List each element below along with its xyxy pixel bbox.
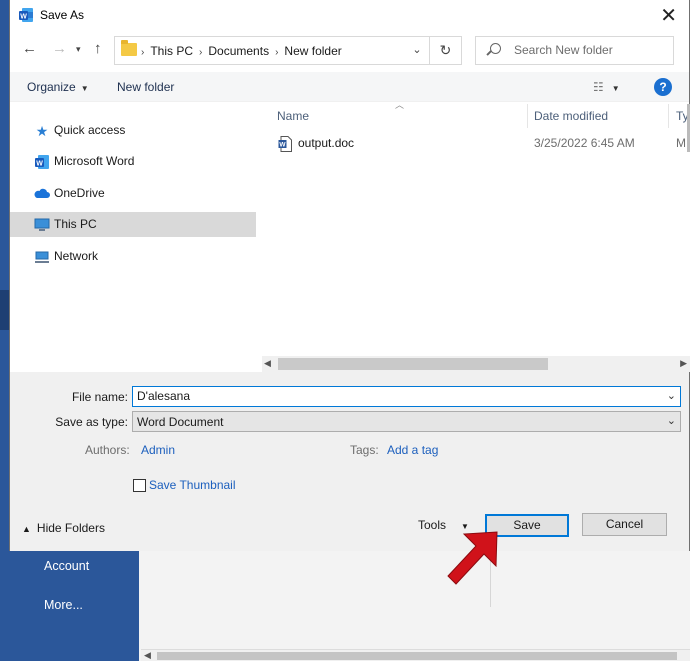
star-icon: ★ — [35, 123, 49, 139]
hide-folders-label: Hide Folders — [36, 521, 105, 535]
chevron-right-icon: › — [199, 47, 203, 58]
chevron-up-icon: ▲ — [22, 524, 31, 534]
breadcrumb-this-pc[interactable]: This PC — [150, 44, 193, 58]
cancel-button[interactable]: Cancel — [582, 513, 667, 536]
svg-text:W: W — [36, 160, 43, 167]
file-list-horizontal-scrollbar[interactable]: ◀ ▶ — [262, 356, 690, 372]
chevron-down-icon[interactable]: ⌄ — [667, 389, 676, 402]
scrollbar-thumb[interactable] — [278, 358, 548, 370]
column-divider[interactable] — [668, 104, 669, 128]
title-bar: W Save As ✕ — [10, 0, 689, 30]
file-type: M — [676, 136, 686, 150]
chevron-right-icon: › — [275, 47, 279, 58]
search-icon — [490, 43, 501, 54]
backstage-item-more[interactable]: More... — [44, 598, 83, 612]
cloud-icon — [34, 188, 50, 198]
folder-icon — [121, 40, 137, 56]
search-box[interactable] — [475, 36, 674, 65]
organize-label: Organize — [27, 80, 76, 94]
forward-arrow-icon[interactable]: → — [52, 40, 67, 57]
authors-value[interactable]: Admin — [141, 443, 175, 457]
tags-value[interactable]: Add a tag — [387, 443, 438, 457]
scroll-left-icon[interactable]: ◀ — [264, 358, 271, 369]
network-icon — [35, 251, 49, 263]
caret-down-icon: ▼ — [80, 84, 89, 93]
backstage-item-account[interactable]: Account — [44, 559, 89, 573]
sidebar-item-label: Quick access — [54, 123, 126, 137]
word-icon: W — [19, 8, 33, 22]
navigation-pane: ★ Quick access W Microsoft Word OneDrive… — [10, 104, 260, 372]
help-icon[interactable]: ? — [654, 78, 672, 96]
monitor-icon — [34, 218, 50, 231]
scroll-right-icon[interactable]: ▶ — [680, 358, 687, 369]
save-as-type-value: Word Document — [137, 415, 224, 429]
table-row[interactable]: W output.doc 3/25/2022 6:45 AM M — [262, 132, 690, 154]
file-date-modified: 3/25/2022 6:45 AM — [534, 136, 635, 150]
dialog-title: Save As — [40, 8, 85, 22]
sidebar-item-quick-access[interactable]: ★ Quick access — [10, 118, 256, 143]
svg-text:W: W — [279, 142, 286, 149]
column-header-date-modified[interactable]: Date modified — [528, 104, 668, 128]
word-backstage-main — [139, 549, 690, 661]
sidebar-item-onedrive[interactable]: OneDrive — [10, 181, 256, 206]
caret-down-icon: ▼ — [611, 84, 620, 93]
breadcrumb-documents[interactable]: Documents — [208, 44, 269, 58]
file-name: output.doc — [298, 136, 355, 150]
sidebar-item-network[interactable]: Network — [10, 244, 256, 269]
word-document-icon: W — [278, 136, 292, 152]
hide-folders-button[interactable]: ▲ Hide Folders — [22, 521, 105, 535]
tags-label: Tags: — [350, 443, 379, 457]
file-list: ︿ Name Date modified Ty W output.doc 3/2… — [262, 100, 690, 372]
word-icon: W — [35, 155, 49, 169]
navigation-bar: ← → ▾ ↑ › This PC › Documents › New folder ⌄ … — [10, 34, 689, 66]
up-arrow-icon[interactable]: ↑ — [94, 40, 102, 57]
change-view-button[interactable]: ☷ ▼ — [593, 80, 620, 94]
chevron-right-icon: › — [141, 47, 145, 58]
save-options-panel: File name: ⌄ Save as type: Word Document… — [10, 372, 689, 551]
sidebar-item-label: This PC — [54, 217, 97, 231]
scroll-left-icon[interactable]: ◀ — [144, 650, 151, 661]
save-as-type-label: Save as type: — [55, 415, 128, 429]
chevron-down-icon[interactable]: ⌄ — [667, 414, 676, 427]
annotation-arrow-icon — [447, 531, 498, 585]
new-folder-button[interactable]: New folder — [117, 80, 174, 94]
back-arrow-icon[interactable]: ← — [22, 40, 37, 57]
refresh-icon[interactable]: ↻ — [430, 36, 462, 65]
address-bar[interactable]: › This PC › Documents › New folder ⌄ — [114, 36, 430, 65]
sidebar-item-label: OneDrive — [54, 186, 105, 200]
save-as-dialog: W Save As ✕ ← → ▾ ↑ › This PC › Documents › N… — [9, 0, 690, 551]
recent-locations-chevron-icon[interactable]: ▾ — [76, 44, 81, 55]
breadcrumb: › This PC › Documents › New folder — [141, 44, 342, 58]
save-thumbnail-checkbox[interactable] — [133, 479, 146, 492]
file-name-label: File name: — [71, 390, 128, 404]
sidebar-item-microsoft-word[interactable]: W Microsoft Word — [10, 149, 256, 174]
save-thumbnail-label[interactable]: Save Thumbnail — [149, 478, 236, 492]
breadcrumb-new-folder[interactable]: New folder — [284, 44, 341, 58]
organize-button[interactable]: Organize ▼ — [27, 80, 89, 94]
background-horizontal-scrollbar[interactable]: ◀ — [141, 649, 690, 661]
search-input[interactable] — [514, 43, 664, 57]
authors-label: Authors: — [85, 443, 130, 457]
svg-text:W: W — [20, 13, 27, 20]
details-view-icon: ☷ — [593, 80, 604, 94]
save-as-type-select[interactable]: Word Document ⌄ — [132, 411, 681, 432]
command-toolbar: Organize ▼ New folder ☷ ▼ ? — [10, 72, 689, 102]
close-icon[interactable]: ✕ — [660, 3, 677, 28]
column-header-name[interactable]: Name — [271, 104, 527, 128]
sidebar-item-label: Network — [54, 249, 99, 263]
chevron-down-icon[interactable]: ⌄ — [405, 37, 429, 64]
sidebar-item-label: Microsoft Word — [54, 154, 135, 168]
scrollbar-thumb[interactable] — [157, 652, 677, 660]
file-name-input[interactable] — [137, 389, 637, 403]
sidebar-item-this-pc[interactable]: This PC — [10, 212, 256, 237]
file-name-field[interactable]: ⌄ — [132, 386, 681, 407]
